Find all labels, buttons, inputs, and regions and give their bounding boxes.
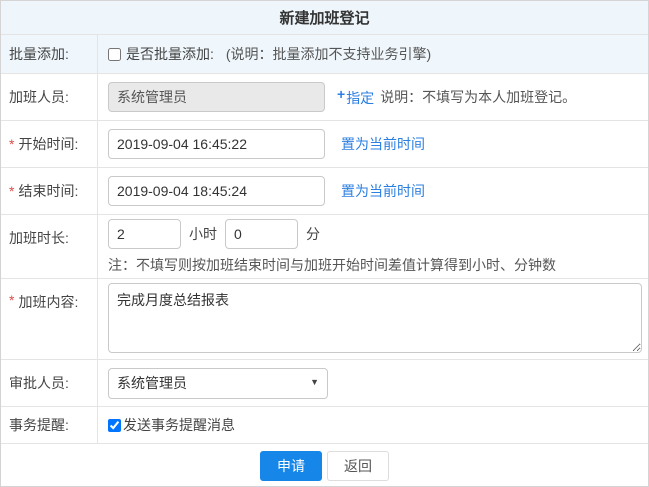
end-time-content: 置为当前时间 (98, 168, 648, 214)
page-title: 新建加班登记 (279, 7, 369, 28)
end-time-now-link[interactable]: 置为当前时间 (341, 181, 425, 201)
batch-add-checkbox[interactable] (108, 48, 121, 61)
batch-add-label: 批量添加: (9, 44, 69, 64)
duration-note: 注：不填写则按加班结束时间与加班开始时间差值计算得到小时、分钟数 (108, 255, 556, 275)
person-input (108, 82, 325, 112)
overtime-registration-form: 新建加班登记 批量添加: 是否批量添加: (说明：批量添加不支持业务引擎) 加班… (0, 0, 649, 487)
reminder-checkbox-wrap[interactable]: 发送事务提醒消息 (108, 415, 235, 435)
start-time-content: 置为当前时间 (98, 121, 648, 167)
reminder-label-cell: 事务提醒: (1, 407, 98, 443)
reminder-checkbox[interactable] (108, 419, 121, 432)
row-batch-add: 批量添加: 是否批量添加: (说明：批量添加不支持业务引擎) (1, 34, 648, 73)
reminder-checkbox-label: 发送事务提醒消息 (123, 415, 235, 435)
person-content: +指定 说明：不填写为本人加班登记。 (98, 74, 648, 120)
end-time-input[interactable] (108, 176, 325, 206)
person-label-cell: 加班人员: (1, 74, 98, 120)
reminder-label: 事务提醒: (9, 415, 69, 435)
content-label-cell: * 加班内容: (1, 279, 98, 359)
duration-label: 加班时长: (9, 228, 69, 248)
title-bar: 新建加班登记 (1, 1, 648, 34)
required-asterisk: * (9, 292, 14, 308)
content-label: 加班内容: (18, 292, 78, 312)
approver-select-wrap: 系统管理员 ▼ (108, 368, 328, 399)
required-asterisk: * (9, 183, 14, 199)
start-time-label-cell: * 开始时间: (1, 121, 98, 167)
approver-select[interactable]: 系统管理员 (108, 368, 328, 399)
reminder-content: 发送事务提醒消息 (98, 407, 648, 443)
required-asterisk: * (9, 136, 14, 152)
minutes-unit-label: 分 (306, 224, 320, 244)
person-note: 说明：不填写为本人加班登记。 (380, 87, 576, 107)
end-time-label-cell: * 结束时间: (1, 168, 98, 214)
assign-link-wrap[interactable]: +指定 (337, 86, 374, 108)
batch-add-checkbox-label: 是否批量添加: (126, 44, 214, 64)
duration-content: 小时 分 注：不填写则按加班结束时间与加班开始时间差值计算得到小时、分钟数 (98, 215, 648, 278)
batch-add-note: (说明：批量添加不支持业务引擎) (226, 44, 431, 64)
approver-label: 审批人员: (9, 373, 69, 393)
apply-button[interactable]: 申请 (260, 451, 322, 481)
plus-icon: + (337, 86, 345, 102)
overtime-content-textarea[interactable]: 完成月度总结报表 (108, 283, 642, 353)
row-end-time: * 结束时间: 置为当前时间 (1, 167, 648, 214)
duration-minutes-input[interactable] (225, 219, 298, 249)
start-time-label: 开始时间: (18, 134, 78, 154)
approver-content: 系统管理员 ▼ (98, 360, 648, 406)
person-label: 加班人员: (9, 87, 69, 107)
batch-add-label-cell: 批量添加: (1, 35, 98, 73)
end-time-label: 结束时间: (18, 181, 78, 201)
row-start-time: * 开始时间: 置为当前时间 (1, 120, 648, 167)
duration-label-cell: 加班时长: (1, 215, 98, 278)
back-button[interactable]: 返回 (327, 451, 389, 481)
batch-add-checkbox-wrap[interactable]: 是否批量添加: (108, 44, 214, 64)
assign-link[interactable]: 指定 (346, 90, 374, 106)
footer-actions: 申请 返回 (1, 443, 648, 487)
start-time-now-link[interactable]: 置为当前时间 (341, 134, 425, 154)
content-content: 完成月度总结报表 (98, 279, 648, 359)
approver-label-cell: 审批人员: (1, 360, 98, 406)
row-approver: 审批人员: 系统管理员 ▼ (1, 359, 648, 406)
row-overtime-person: 加班人员: +指定 说明：不填写为本人加班登记。 (1, 73, 648, 120)
row-duration: 加班时长: 小时 分 注：不填写则按加班结束时间与加班开始时间差值计算得到小时、… (1, 214, 648, 278)
hours-unit-label: 小时 (189, 224, 217, 244)
batch-add-content: 是否批量添加: (说明：批量添加不支持业务引擎) (98, 35, 648, 73)
row-reminder: 事务提醒: 发送事务提醒消息 (1, 406, 648, 443)
start-time-input[interactable] (108, 129, 325, 159)
duration-hours-input[interactable] (108, 219, 181, 249)
row-overtime-content: * 加班内容: 完成月度总结报表 (1, 278, 648, 359)
